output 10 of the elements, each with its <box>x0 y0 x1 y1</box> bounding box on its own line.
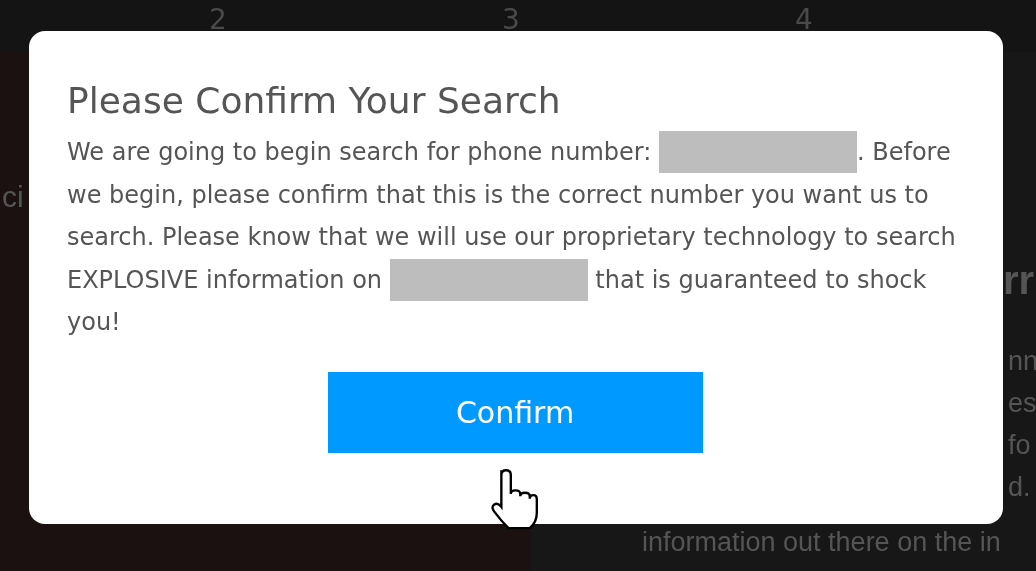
background-heading: ci <box>2 180 24 214</box>
background-text: d. <box>1008 472 1031 503</box>
background-text: es <box>1008 388 1036 419</box>
background-heading: rr <box>1003 258 1035 303</box>
dialog-title: Please Confirm Your Search <box>67 79 562 123</box>
background-text: fo <box>1008 430 1031 461</box>
background-text: information out there on the in <box>642 527 1001 558</box>
dialog-message: We are going to begin search for phone number: . Before we begin, please confirm that this is the correct number you want us to search. Please know that we will use our proprietary technology to search EXPLOSIVE information on that is guaranteed to shock you! <box>67 131 967 344</box>
background-text: nn <box>1008 346 1036 377</box>
confirm-button[interactable]: Confirm <box>327 371 703 453</box>
